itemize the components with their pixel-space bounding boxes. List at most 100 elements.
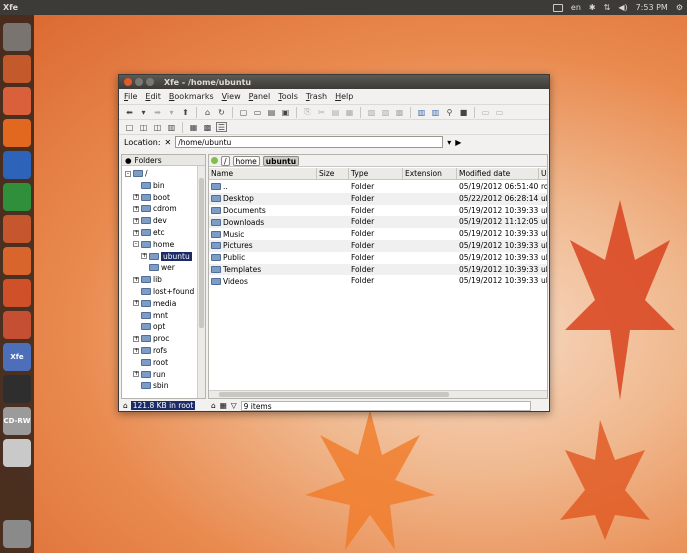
tree-item[interactable]: mnt xyxy=(133,310,168,321)
terminal-icon[interactable] xyxy=(3,375,31,403)
tree-item[interactable]: + proc xyxy=(133,333,169,344)
table-row[interactable]: Desktop Folder 05/22/2012 06:28:14...ubu xyxy=(209,192,547,205)
terminal-icon[interactable]: ■ xyxy=(458,107,469,117)
tree-item[interactable]: + lib xyxy=(133,274,162,285)
xfe-icon[interactable]: Xfe xyxy=(3,343,31,371)
file-list-scrollbar[interactable] xyxy=(209,390,547,398)
expand-icon[interactable]: + xyxy=(133,347,139,354)
drive-icon[interactable] xyxy=(3,439,31,467)
tree-item[interactable]: + cdrom xyxy=(133,203,177,214)
tree-item[interactable]: + dev xyxy=(133,215,167,226)
keyboard-layout[interactable]: en xyxy=(571,3,581,12)
location-dropdown-icon[interactable]: ▾ xyxy=(447,138,451,147)
tree-item[interactable]: opt xyxy=(133,321,165,332)
tree-item[interactable]: lost+found xyxy=(133,286,194,297)
clear-location-icon[interactable]: ✕ xyxy=(165,138,172,147)
small-icons-icon[interactable]: ▩ xyxy=(202,122,213,132)
delete-icon[interactable]: ▨ xyxy=(380,107,391,117)
two-panels-icon[interactable]: ◫ xyxy=(152,122,163,132)
folder-tree-header[interactable]: ● Folders xyxy=(122,155,205,166)
keyboard-icon[interactable] xyxy=(552,3,563,12)
collapse-icon[interactable]: - xyxy=(125,170,131,177)
expand-icon[interactable]: + xyxy=(133,371,139,378)
table-row[interactable]: Pictures Folder 05/19/2012 10:39:33...ubu xyxy=(209,240,547,252)
new-window-icon[interactable]: ▣ xyxy=(280,107,291,117)
table-row[interactable]: Public Folder 05/19/2012 10:39:33...ubu xyxy=(209,252,547,264)
software-center-icon[interactable] xyxy=(3,247,31,275)
back-history-icon[interactable]: ▾ xyxy=(138,107,149,117)
close-icon[interactable] xyxy=(124,78,132,86)
tree-item[interactable]: bin xyxy=(133,180,165,191)
back-icon[interactable]: ⬅ xyxy=(124,107,135,117)
cd-rw-icon[interactable]: CD-RW xyxy=(3,407,31,435)
tree-item[interactable]: + media xyxy=(133,298,176,309)
column-extension[interactable]: Extension xyxy=(403,168,457,179)
forward-history-icon[interactable]: ▾ xyxy=(166,107,177,117)
expand-icon[interactable]: + xyxy=(133,335,139,342)
impress-icon[interactable] xyxy=(3,215,31,243)
expand-icon[interactable]: + xyxy=(133,229,139,236)
clock[interactable]: 7:53 PM xyxy=(636,3,668,12)
ubuntu-one-icon[interactable] xyxy=(3,279,31,307)
trash-icon[interactable] xyxy=(3,520,31,548)
expand-icon[interactable]: + xyxy=(133,217,139,224)
network-icon[interactable]: ⇅ xyxy=(604,3,611,12)
column-modified-date[interactable]: Modified date xyxy=(457,168,539,179)
column-type[interactable]: Type xyxy=(349,168,403,179)
table-row[interactable]: Downloads Folder 05/19/2012 11:12:05...ubu xyxy=(209,216,547,229)
breadcrumb-home[interactable]: home xyxy=(232,155,260,166)
trash-status-icon[interactable]: ⌂ xyxy=(123,401,128,410)
firefox-icon[interactable] xyxy=(3,119,31,147)
filter-icon[interactable]: ▽ xyxy=(231,401,237,410)
tree-item[interactable]: + ubuntu xyxy=(141,251,192,262)
home-icon[interactable]: ⌂ xyxy=(202,107,213,117)
menu-view[interactable]: View xyxy=(222,92,241,101)
tree-panel-icon[interactable]: ◫ xyxy=(138,122,149,132)
expand-icon[interactable]: + xyxy=(133,276,139,283)
breadcrumb-ubuntu[interactable]: ubuntu xyxy=(262,155,300,166)
table-row[interactable]: Documents Folder 05/19/2012 10:39:33...ubu xyxy=(209,205,547,217)
maximize-icon[interactable] xyxy=(146,78,154,86)
collapse-icon[interactable]: - xyxy=(133,241,139,248)
dash-icon[interactable] xyxy=(3,23,31,51)
trash-move-icon[interactable]: ▩ xyxy=(394,107,405,117)
go-icon[interactable]: ▶ xyxy=(455,138,461,147)
rename-icon[interactable]: ▧ xyxy=(366,107,377,117)
thumbnails-icon[interactable]: ▦ xyxy=(220,401,227,410)
minimize-icon[interactable] xyxy=(135,78,143,86)
table-row[interactable]: Music Folder 05/19/2012 10:39:33...ubu xyxy=(209,228,547,240)
file-list-scrollbar-thumb[interactable] xyxy=(219,392,449,397)
menu-edit[interactable]: Edit xyxy=(145,92,161,101)
properties-icon[interactable]: ▦ xyxy=(344,107,355,117)
files-icon[interactable] xyxy=(3,55,31,83)
view-folders-icon[interactable]: ▥ xyxy=(416,107,427,117)
table-row[interactable]: .. Folder 05/19/2012 06:51:40...roo xyxy=(209,181,547,193)
writer-icon[interactable] xyxy=(3,151,31,179)
tree-scrollbar-thumb[interactable] xyxy=(199,178,204,328)
menu-file[interactable]: File xyxy=(124,92,137,101)
search-icon[interactable]: ⚲ xyxy=(444,107,455,117)
bluetooth-icon[interactable]: ✱ xyxy=(589,3,596,12)
menu-panel[interactable]: Panel xyxy=(249,92,271,101)
new-file-icon[interactable]: ▢ xyxy=(238,107,249,117)
volume-icon[interactable]: ◀) xyxy=(618,3,627,12)
expand-icon[interactable]: + xyxy=(133,300,139,307)
cut-icon[interactable]: ✂ xyxy=(316,107,327,117)
menu-tools[interactable]: Tools xyxy=(278,92,298,101)
one-panel-icon[interactable]: □ xyxy=(124,122,135,132)
location-input[interactable]: /home/ubuntu xyxy=(175,136,444,148)
details-view-icon[interactable]: ☰ xyxy=(216,122,227,132)
tree-item[interactable]: wer xyxy=(141,262,175,273)
tree-item[interactable]: sbin xyxy=(133,380,169,391)
breadcrumb-root[interactable]: / xyxy=(221,155,230,166)
bookmark-remove-icon[interactable]: ▭ xyxy=(494,107,505,117)
menu-help[interactable]: Help xyxy=(335,92,353,101)
table-row[interactable]: Templates Folder 05/19/2012 10:39:33...ubu xyxy=(209,263,547,276)
forward-icon[interactable]: ➡ xyxy=(152,107,163,117)
menu-trash[interactable]: Trash xyxy=(306,92,327,101)
tree-item[interactable]: root xyxy=(133,357,168,368)
view-panels-icon[interactable]: ▥ xyxy=(430,107,441,117)
tree-scrollbar[interactable] xyxy=(197,166,205,398)
tree-item[interactable]: + rofs xyxy=(133,345,167,356)
expand-icon[interactable]: + xyxy=(133,205,139,212)
